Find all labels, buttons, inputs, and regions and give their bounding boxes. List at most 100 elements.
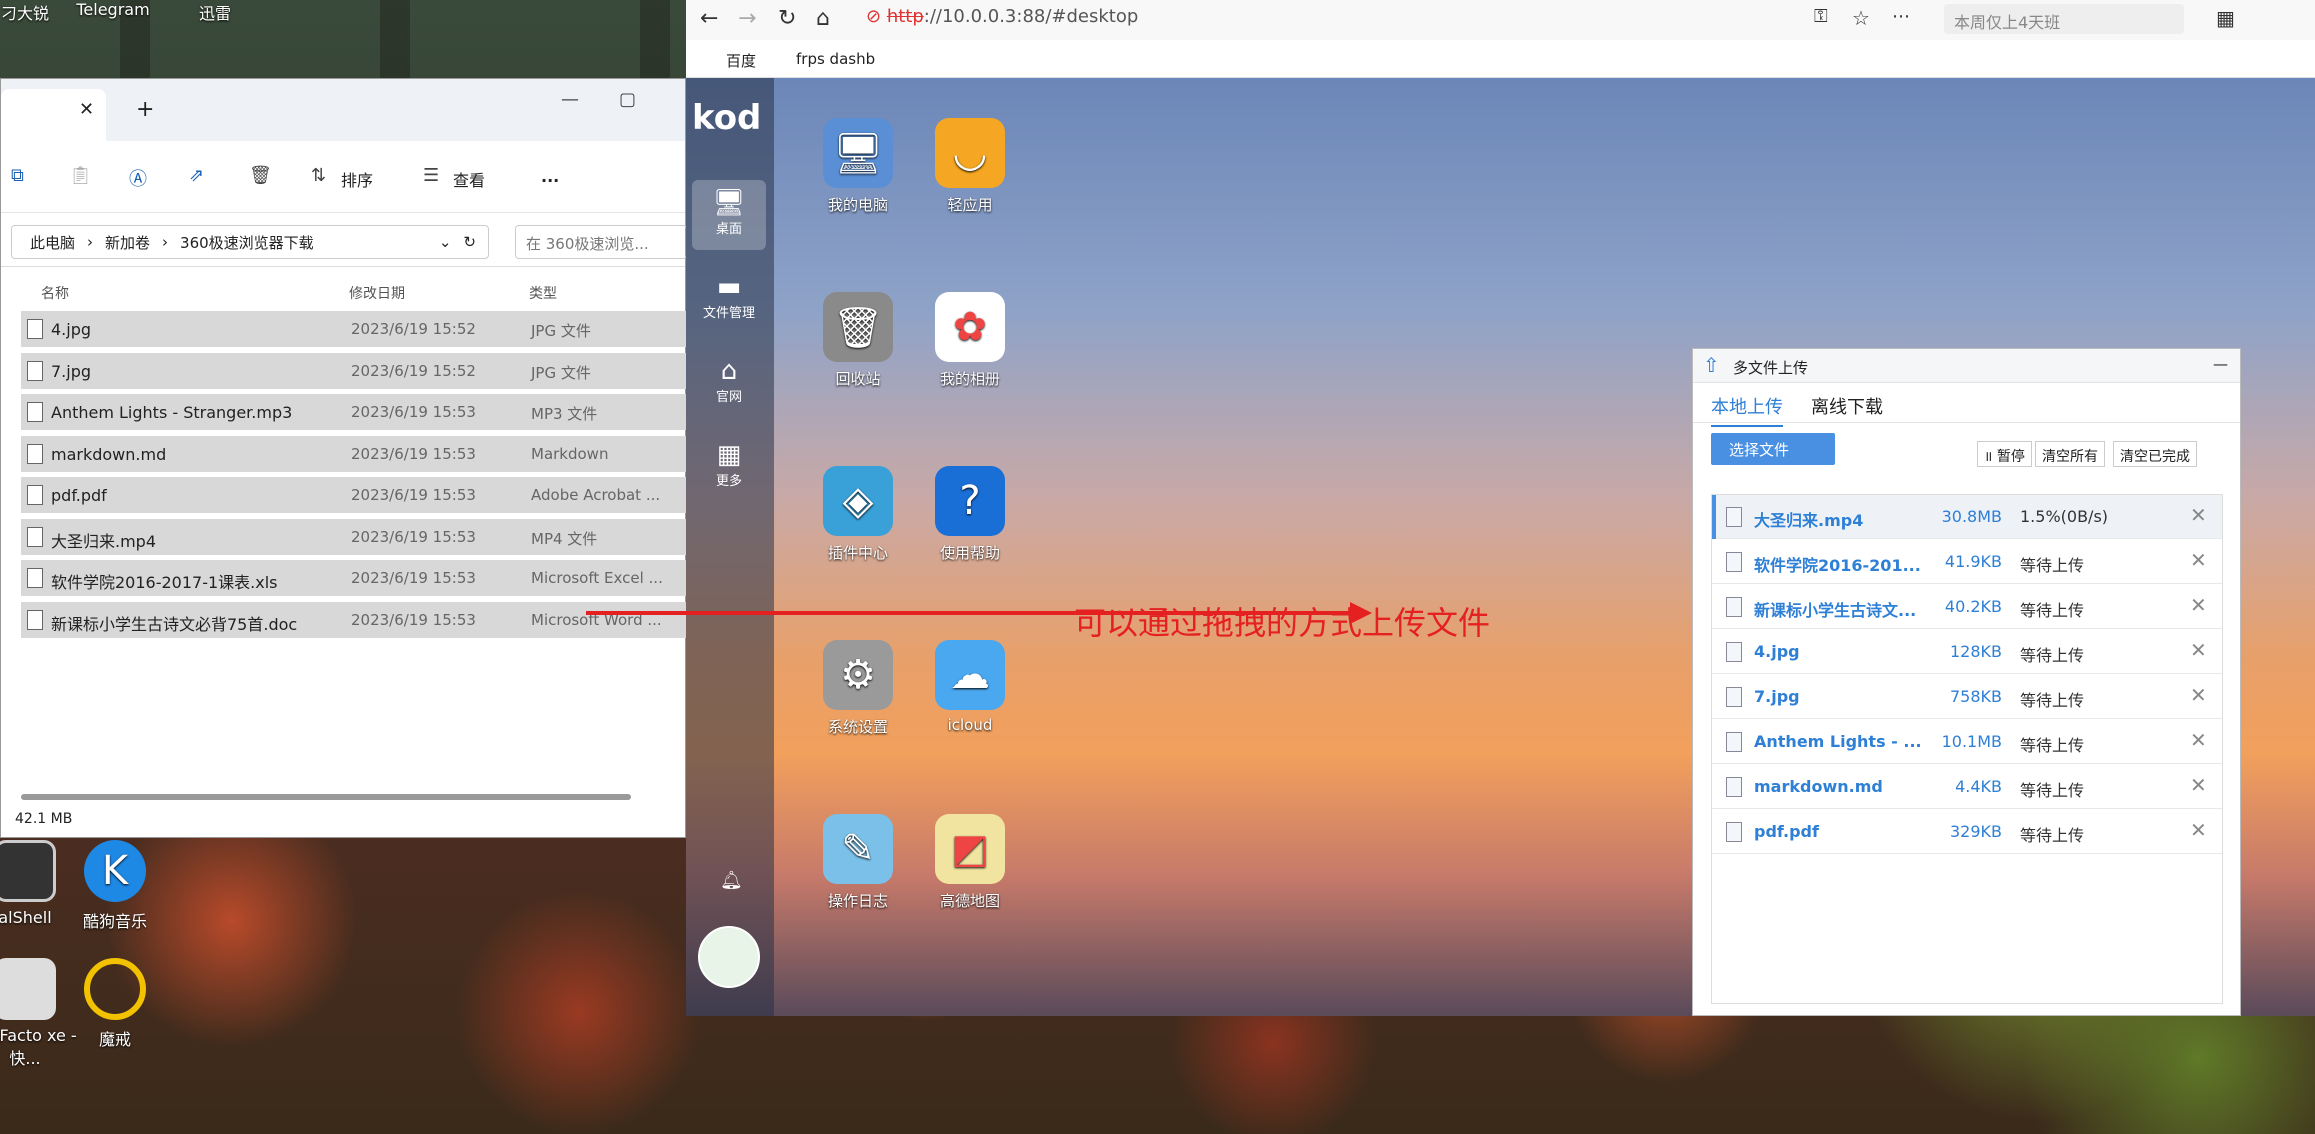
delete-icon[interactable]: 🗑︎ <box>249 165 272 186</box>
key-icon[interactable]: ⚿ <box>1814 6 1828 27</box>
maximize-icon[interactable]: ▢ <box>619 89 636 110</box>
avatar[interactable] <box>698 926 760 988</box>
chevron-down-icon[interactable]: ⌄ <box>439 233 452 251</box>
close-icon[interactable]: ✕ <box>2190 593 2207 617</box>
new-tab-icon[interactable]: + <box>136 97 154 122</box>
bookmark-baidu[interactable]: 百度 <box>726 50 756 71</box>
upload-item[interactable]: 4.jpg 128KB 等待上传 ✕ <box>1712 630 2222 674</box>
drag-hint-text: 可以通过拖拽的方式上传文件 <box>1074 604 1491 642</box>
view-button[interactable]: 查看 <box>453 167 485 191</box>
home-icon[interactable]: ⌂ <box>816 6 830 31</box>
upload-item[interactable]: 软件学院2016-201... 41.9KB 等待上传 ✕ <box>1712 540 2222 584</box>
kod-app-icon[interactable]: ◡ 轻应用 <box>915 118 1025 215</box>
file-row[interactable]: 7.jpg 2023/6/19 15:52 JPG 文件 <box>21 352 687 389</box>
nav-more[interactable]: ▦ 更多 <box>692 432 766 502</box>
upload-status: 等待上传 <box>2020 826 2085 845</box>
close-icon[interactable]: ✕ <box>2190 728 2207 752</box>
minimize-icon[interactable]: — <box>561 89 579 110</box>
file-name: Anthem Lights - Stranger.mp3 <box>51 403 293 422</box>
column-date[interactable]: 修改日期 <box>349 283 405 303</box>
forward-icon[interactable]: → <box>738 6 756 31</box>
upload-file-name: markdown.md <box>1754 777 1883 796</box>
clear-done-button[interactable]: 清空已完成 <box>2113 441 2197 467</box>
kod-app-icon[interactable]: 🗑︎ 回收站 <box>803 292 913 389</box>
select-file-button[interactable]: 选择文件▾ <box>1711 433 1835 478</box>
desktop-icon-kugou[interactable]: K 酷狗音乐 <box>60 840 170 932</box>
kod-app-icon[interactable]: ☁︎ icloud <box>915 640 1025 734</box>
copy-icon[interactable]: ⧉ <box>11 165 24 186</box>
file-row[interactable]: 4.jpg 2023/6/19 15:52 JPG 文件 <box>21 311 687 347</box>
column-type[interactable]: 类型 <box>529 283 557 303</box>
share-icon[interactable]: ⇗ <box>189 165 204 186</box>
bell-icon[interactable]: 🔔︎ <box>720 870 743 891</box>
paste-icon[interactable]: 📋︎ <box>69 165 92 186</box>
url-bar[interactable]: ⊘ http://10.0.0.3:88/#desktop <box>866 6 1866 34</box>
close-icon[interactable]: ✕ <box>2190 818 2207 842</box>
desktop-icon-xunlei[interactable]: 迅雷 <box>160 0 270 24</box>
app-glyph-icon: 🖥︎ <box>823 118 893 188</box>
file-type-icon <box>1726 642 1742 662</box>
upload-item[interactable]: Anthem Lights - ... 10.1MB 等待上传 ✕ <box>1712 720 2222 764</box>
sort-icon[interactable]: ⇅ <box>311 165 326 186</box>
star-icon[interactable]: ☆ <box>1852 6 1870 30</box>
kod-app-icon[interactable]: ◩ 高德地图 <box>915 814 1025 911</box>
kod-app-icon[interactable]: ✎ 操作日志 <box>803 814 913 911</box>
upload-item[interactable]: markdown.md 4.4KB 等待上传 ✕ <box>1712 765 2222 809</box>
refresh-icon[interactable]: ↻ <box>463 233 476 251</box>
file-row[interactable]: markdown.md 2023/6/19 15:53 Markdown <box>21 435 687 472</box>
breadcrumb-item[interactable]: 此电脑 <box>30 232 75 253</box>
chevron-down-icon[interactable]: ▾ <box>1751 460 1759 478</box>
app-glyph-icon: ⚙︎ <box>823 640 893 710</box>
file-row[interactable]: pdf.pdf 2023/6/19 15:53 Adobe Acrobat ... <box>21 477 687 513</box>
minimize-icon[interactable]: — <box>2213 355 2228 373</box>
bookmark-frps[interactable]: frps dashb <box>796 50 875 68</box>
nav-files[interactable]: ▬ 文件管理 <box>692 264 766 334</box>
more-button[interactable]: ... <box>541 167 559 186</box>
upload-item[interactable]: 大圣归来.mp4 30.8MB 1.5%(0B/s) ✕ <box>1712 495 2222 539</box>
nav-desktop[interactable]: 🖥︎ 桌面 <box>692 180 766 250</box>
search-input[interactable]: 在 360极速浏览... <box>515 225 687 259</box>
breadcrumb-item[interactable]: 360极速浏览器下载 <box>180 232 314 253</box>
file-name: 大圣归来.mp4 <box>51 531 157 551</box>
reload-icon[interactable]: ↻ <box>778 6 796 31</box>
apps-grid-icon[interactable]: ▦ <box>2216 6 2235 30</box>
close-tab-icon[interactable]: ✕ <box>79 99 94 120</box>
desktop-icon-mojie[interactable]: 魔戒 <box>60 958 170 1050</box>
file-type: JPG 文件 <box>531 322 591 340</box>
file-row[interactable]: 新课标小学生古诗文必背75首.doc 2023/6/19 15:53 Microso… <box>21 601 687 638</box>
kod-app-icon[interactable]: ◈ 插件中心 <box>803 466 913 563</box>
close-icon[interactable]: ✕ <box>2190 548 2207 572</box>
close-icon[interactable]: ✕ <box>2190 683 2207 707</box>
breadcrumb-item[interactable]: 新加卷 <box>105 232 150 253</box>
more-icon[interactable]: ⋯ <box>1892 6 1910 27</box>
file-date: 2023/6/19 15:53 <box>351 569 476 587</box>
close-icon[interactable]: ✕ <box>2190 638 2207 662</box>
nav-official[interactable]: ⌂ 官网 <box>692 348 766 418</box>
clear-all-button[interactable]: 清空所有 <box>2035 441 2105 467</box>
kod-app-icon[interactable]: ⚙︎ 系统设置 <box>803 640 913 737</box>
sort-button[interactable]: 排序 <box>341 167 373 191</box>
close-icon[interactable]: ✕ <box>2190 503 2207 527</box>
kod-app-icon[interactable]: 🖥︎ 我的电脑 <box>803 118 913 215</box>
column-name[interactable]: 名称 <box>41 283 69 303</box>
kod-app-icon[interactable]: ✿ 我的相册 <box>915 292 1025 389</box>
view-icon[interactable]: ☰ <box>423 165 439 186</box>
upload-item[interactable]: pdf.pdf 329KB 等待上传 ✕ <box>1712 810 2222 854</box>
rename-icon[interactable]: Ⓐ <box>129 165 147 191</box>
tab-offline-download[interactable]: 离线下载 <box>1811 393 1883 419</box>
upload-item[interactable]: 7.jpg 758KB 等待上传 ✕ <box>1712 675 2222 719</box>
file-row[interactable]: Anthem Lights - Stranger.mp3 2023/6/19 15… <box>21 394 687 430</box>
tab-local-upload[interactable]: 本地上传 <box>1711 393 1783 427</box>
upload-item[interactable]: 新课标小学生古诗文... 40.2KB 等待上传 ✕ <box>1712 585 2222 629</box>
file-row[interactable]: 大圣归来.mp4 2023/6/19 15:53 MP4 文件 <box>21 518 687 555</box>
kod-app-icon[interactable]: ? 使用帮助 <box>915 466 1025 563</box>
breadcrumb[interactable]: 此电脑 › 新加卷 › 360极速浏览器下载 ⌄ ↻ <box>11 225 489 259</box>
close-icon[interactable]: ✕ <box>2190 773 2207 797</box>
browser-search-input[interactable]: 本周仅上4天班 <box>1944 4 2184 34</box>
desktop-icon-telegram[interactable]: Telegram <box>58 0 168 19</box>
file-date: 2023/6/19 15:53 <box>351 610 476 629</box>
file-row[interactable]: 软件学院2016-2017-1课表.xls 2023/6/19 15:53 Micr… <box>21 560 687 596</box>
horizontal-scrollbar[interactable] <box>21 794 631 800</box>
pause-button[interactable]: ॥ 暂停 <box>1977 441 2032 467</box>
back-icon[interactable]: ← <box>700 6 718 31</box>
